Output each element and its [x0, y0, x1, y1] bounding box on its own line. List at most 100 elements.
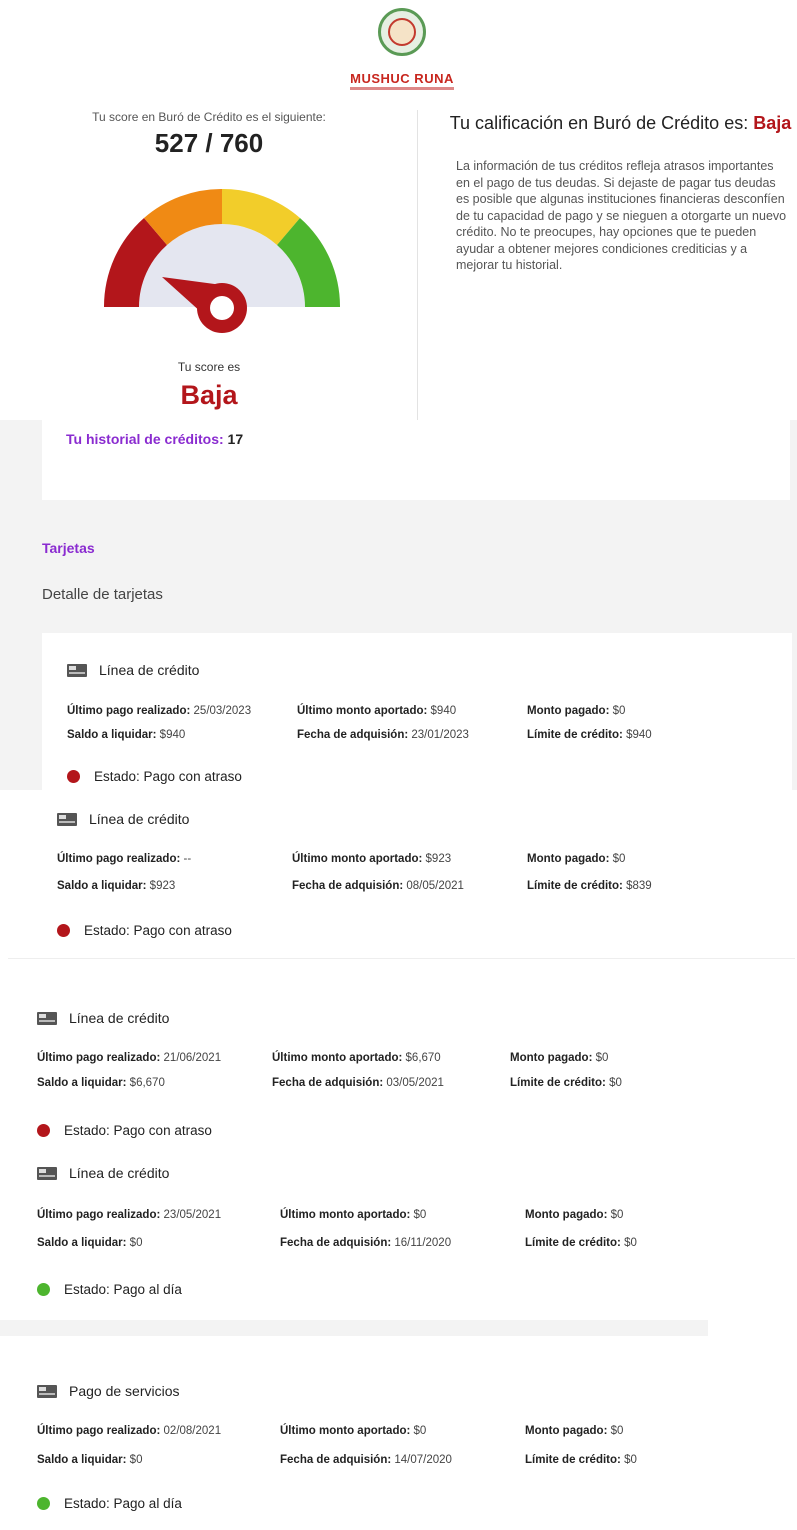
card-title: Línea de crédito	[69, 1165, 170, 1181]
field-label: Monto pagado:	[525, 1425, 608, 1437]
field-label: Último pago realizado:	[37, 1052, 161, 1064]
field-label: Último monto aportado:	[280, 1209, 411, 1221]
card-title: Línea de crédito	[69, 1010, 170, 1026]
last-payment: Último pago realizado: 23/05/2021	[37, 1209, 221, 1221]
field-value: $0	[129, 1454, 143, 1466]
field-label: Saldo a liquidar:	[57, 880, 147, 892]
card-title: Línea de crédito	[89, 811, 190, 827]
card-status: Estado: Pago con atraso	[57, 923, 232, 938]
status-text: Estado: Pago al día	[64, 1282, 182, 1297]
logo-emblem	[378, 8, 426, 56]
field-label: Último pago realizado:	[67, 705, 191, 717]
acquisition-date: Fecha de adquisión: 16/11/2020	[280, 1237, 451, 1249]
history-label-overlay: Tu historial de créditos:	[66, 431, 224, 447]
last-amount: Último monto aportado: $0	[280, 1209, 426, 1221]
field-label: Límite de crédito:	[527, 729, 623, 741]
field-label: Monto pagado:	[510, 1052, 593, 1064]
field-value: $940	[430, 705, 457, 717]
card-status: Estado: Pago al día	[37, 1282, 182, 1297]
field-value: $0	[612, 705, 626, 717]
acquisition-date: Fecha de adquisión: 03/05/2021	[272, 1077, 444, 1089]
status-dot	[67, 770, 80, 783]
score-panel: Tu score en Buró de Crédito es el siguie…	[0, 110, 418, 159]
field-value: $0	[610, 1209, 624, 1221]
score-caption: Tu score en Buró de Crédito es el siguie…	[92, 110, 326, 124]
field-value: $940	[626, 729, 652, 741]
last-amount: Último monto aportado: $940	[297, 705, 456, 717]
field-label: Límite de crédito:	[525, 1237, 621, 1249]
brand-logo: MUSHUC RUNA	[340, 8, 464, 98]
status-dot	[37, 1124, 50, 1137]
field-label: Fecha de adquisión:	[292, 880, 404, 892]
credit-card-icon	[37, 1166, 57, 1180]
status-text: Estado: Pago con atraso	[64, 1123, 212, 1138]
field-label: Saldo a liquidar:	[67, 729, 157, 741]
field-value: $0	[624, 1237, 637, 1249]
card-header: Línea de crédito	[67, 662, 199, 678]
credit-limit: Límite de crédito: $0	[525, 1237, 637, 1249]
field-value: 14/07/2020	[394, 1454, 452, 1466]
last-amount: Último monto aportado: $6,670	[272, 1052, 441, 1064]
amount-paid: Monto pagado: $0	[527, 853, 625, 865]
field-label: Límite de crédito:	[525, 1454, 621, 1466]
field-value: $940	[159, 729, 186, 741]
status-dot	[57, 924, 70, 937]
rating-title-prefix: Tu calificación en Buró de Crédito es:	[449, 113, 749, 133]
card-status: Estado: Pago al día	[37, 1496, 182, 1511]
status-text: Estado: Pago con atraso	[84, 923, 232, 938]
acquisition-date: Fecha de adquisión: 08/05/2021	[292, 880, 464, 892]
card-header: Pago de servicios	[37, 1383, 180, 1399]
field-label: Último monto aportado:	[280, 1425, 411, 1437]
field-value: 21/06/2021	[163, 1052, 222, 1064]
field-label: Monto pagado:	[527, 705, 610, 717]
card-status: Estado: Pago con atraso	[67, 769, 242, 784]
rating-title: Tu calificación en Buró de Crédito es: B…	[448, 110, 793, 136]
credit-limit: Límite de crédito: $940	[527, 729, 652, 741]
status-dot	[37, 1283, 50, 1296]
field-label: Monto pagado:	[525, 1209, 608, 1221]
field-value: 08/05/2021	[406, 880, 464, 892]
field-value: 23/05/2021	[163, 1209, 222, 1221]
field-label: Último monto aportado:	[292, 853, 423, 865]
field-value: $923	[149, 880, 176, 892]
field-value: 16/11/2020	[394, 1237, 452, 1249]
field-label: Último pago realizado:	[37, 1425, 161, 1437]
field-value: $0	[624, 1454, 637, 1466]
field-value: 03/05/2021	[386, 1077, 444, 1089]
field-value: $6,670	[405, 1052, 441, 1064]
field-value: --	[183, 853, 192, 865]
field-label: Fecha de adquisión:	[297, 729, 409, 741]
rating-panel: Tu calificación en Buró de Crédito es: B…	[448, 110, 793, 274]
acquisition-date: Fecha de adquisión: 14/07/2020	[280, 1454, 452, 1466]
field-value: $0	[413, 1209, 427, 1221]
field-label: Saldo a liquidar:	[37, 1454, 127, 1466]
field-value: 02/08/2021	[163, 1425, 222, 1437]
section-title: Tarjetas	[42, 540, 95, 556]
field-label: Límite de crédito:	[510, 1077, 606, 1089]
field-label: Último monto aportado:	[297, 705, 428, 717]
field-label: Fecha de adquisión:	[272, 1077, 384, 1089]
score-gauge	[104, 189, 340, 333]
brand-tagline-bar	[350, 87, 454, 90]
field-value: $0	[612, 853, 626, 865]
field-value: $0	[610, 1425, 624, 1437]
field-label: Fecha de adquisión:	[280, 1454, 392, 1466]
brand-name: MUSHUC RUNA	[350, 71, 454, 86]
card-header: Línea de crédito	[37, 1010, 169, 1026]
card-status: Estado: Pago con atraso	[37, 1123, 212, 1138]
credit-card-icon	[37, 1384, 57, 1398]
amount-paid: Monto pagado: $0	[527, 705, 625, 717]
credit-history-overlay: Tu historial de créditos: 17	[66, 431, 243, 447]
field-label: Saldo a liquidar:	[37, 1077, 127, 1089]
score-word: Baja	[180, 380, 238, 410]
last-payment: Último pago realizado: 25/03/2023	[67, 705, 251, 717]
credit-card-icon	[37, 1011, 57, 1025]
field-label: Límite de crédito:	[527, 880, 623, 892]
acquisition-date: Fecha de adquisión: 23/01/2023	[297, 729, 469, 741]
field-value: 23/01/2023	[411, 729, 469, 741]
credit-limit: Límite de crédito: $839	[527, 880, 652, 892]
credit-limit: Límite de crédito: $0	[510, 1077, 622, 1089]
field-label: Último pago realizado:	[37, 1209, 161, 1221]
status-text: Estado: Pago al día	[64, 1496, 182, 1511]
last-amount: Último monto aportado: $923	[292, 853, 451, 865]
